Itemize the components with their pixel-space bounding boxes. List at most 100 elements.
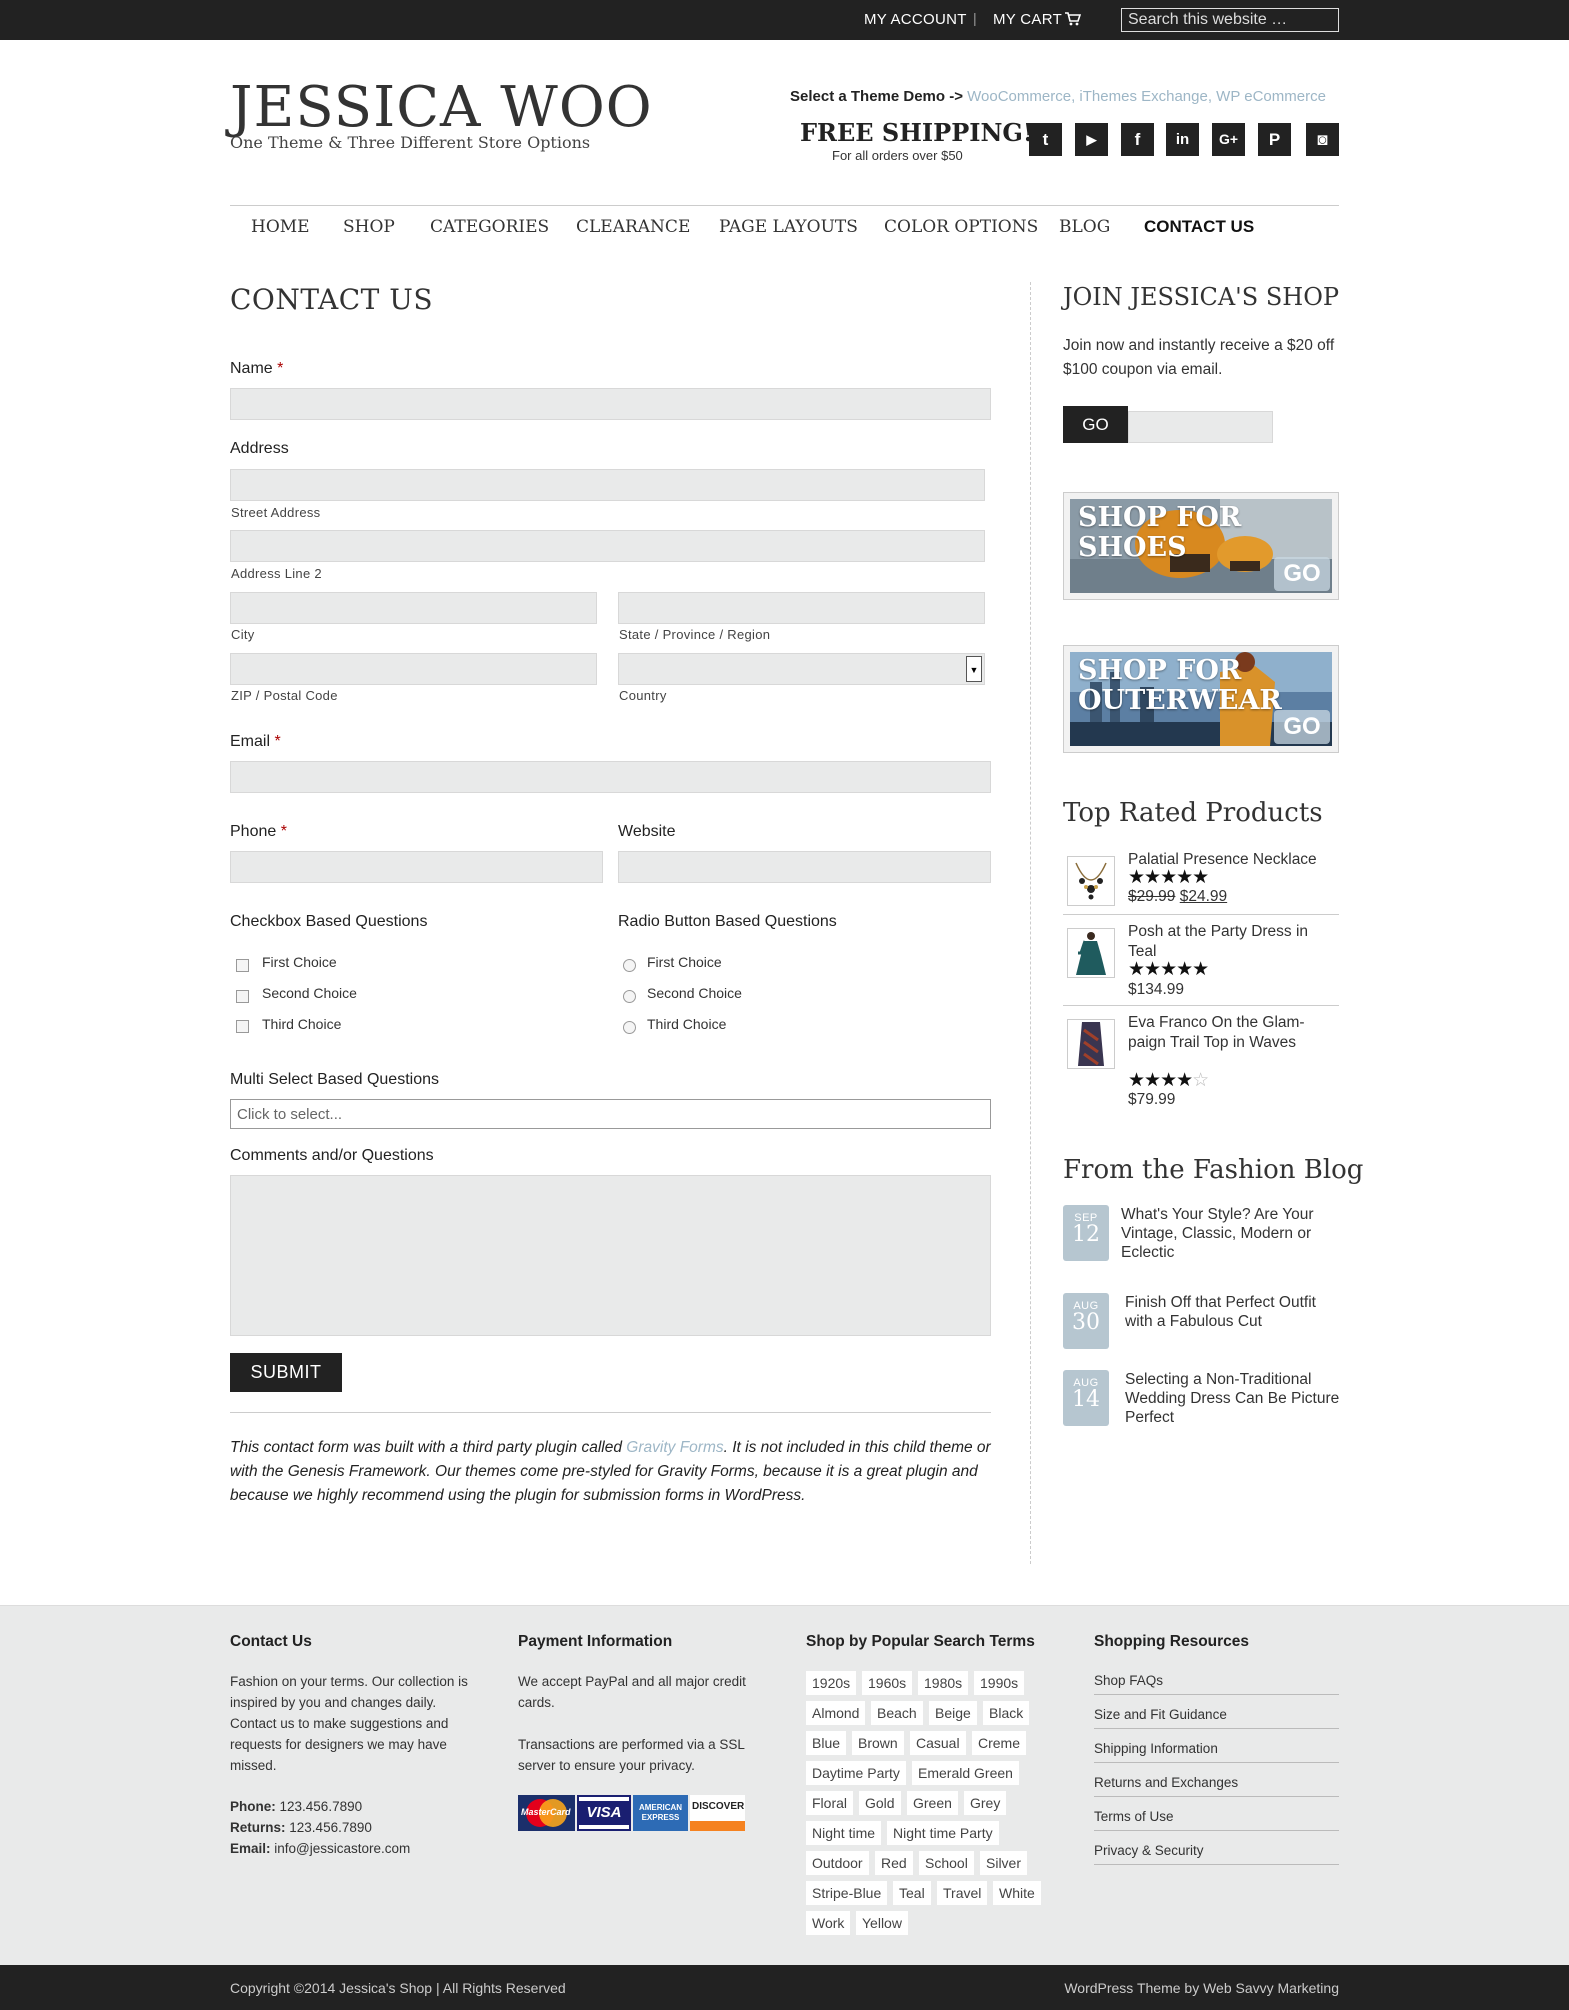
search-term-tag[interactable]: 1980s bbox=[918, 1671, 969, 1695]
search-term-tag[interactable]: Brown bbox=[852, 1731, 904, 1755]
search-term-tag[interactable]: Teal bbox=[893, 1881, 931, 1905]
search-term-tag[interactable]: Night time Party bbox=[887, 1821, 999, 1845]
search-input[interactable] bbox=[1121, 8, 1339, 32]
promo-shoes[interactable]: SHOP FOR SHOES GO bbox=[1063, 492, 1339, 600]
website-field[interactable] bbox=[618, 851, 991, 883]
product-name[interactable]: Eva Franco On the Glam-paign Trail Top i… bbox=[1128, 1013, 1339, 1053]
site-logo[interactable]: JESSICA WOO bbox=[230, 78, 653, 138]
search-term-tag[interactable]: Green bbox=[907, 1791, 958, 1815]
street-address-field[interactable] bbox=[230, 469, 985, 501]
search-term-tag[interactable]: Silver bbox=[980, 1851, 1028, 1875]
search-term-tag[interactable]: Night time bbox=[806, 1821, 882, 1845]
resource-link-size-guide[interactable]: Size and Fit Guidance bbox=[1094, 1707, 1339, 1729]
resource-link-shipping[interactable]: Shipping Information bbox=[1094, 1741, 1339, 1763]
address-line2-field[interactable] bbox=[230, 530, 985, 562]
search-term-tag[interactable]: Work bbox=[806, 1911, 851, 1935]
footer-returns: Returns: 123.456.7890 bbox=[230, 1820, 372, 1835]
my-cart-link[interactable]: MY CART bbox=[993, 11, 1062, 28]
newsletter-email-input[interactable] bbox=[1128, 411, 1273, 443]
radio-second-choice[interactable] bbox=[623, 990, 636, 1003]
facebook-icon[interactable]: f bbox=[1121, 123, 1154, 156]
comments-textarea[interactable] bbox=[230, 1175, 991, 1336]
post-title[interactable]: Selecting a Non-Traditional Wedding Dres… bbox=[1125, 1370, 1343, 1427]
search-term-tag[interactable]: Beige bbox=[929, 1701, 977, 1725]
product-thumbnail[interactable] bbox=[1067, 856, 1115, 906]
country-select[interactable]: ▼ bbox=[618, 653, 985, 685]
submit-button[interactable]: SUBMIT bbox=[230, 1353, 342, 1392]
cart-icon[interactable] bbox=[1065, 12, 1081, 26]
demo-link-ithemes[interactable]: iThemes Exchange bbox=[1079, 88, 1207, 105]
search-term-tag[interactable]: White bbox=[993, 1881, 1041, 1905]
search-term-tag[interactable]: Stripe-Blue bbox=[806, 1881, 888, 1905]
post-title[interactable]: What's Your Style? Are Your Vintage, Cla… bbox=[1121, 1205, 1339, 1262]
search-term-tag[interactable]: Floral bbox=[806, 1791, 854, 1815]
radio-first-choice[interactable] bbox=[623, 959, 636, 972]
google-plus-icon[interactable]: G+ bbox=[1212, 123, 1245, 156]
search-term-tag[interactable]: 1990s bbox=[974, 1671, 1025, 1695]
search-term-tag[interactable]: 1920s bbox=[806, 1671, 857, 1695]
search-term-tag[interactable]: Beach bbox=[871, 1701, 923, 1725]
resource-link-returns[interactable]: Returns and Exchanges bbox=[1094, 1775, 1339, 1797]
promo-outerwear-go[interactable]: GO bbox=[1274, 710, 1330, 744]
promo-outerwear[interactable]: SHOP FOR OUTERWEAR GO bbox=[1063, 645, 1339, 753]
youtube-icon[interactable]: ▶ bbox=[1075, 123, 1108, 156]
search-term-tag[interactable]: Blue bbox=[806, 1731, 847, 1755]
my-account-link[interactable]: MY ACCOUNT bbox=[864, 11, 967, 28]
footer-payment-text2: Transactions are performed via a SSL ser… bbox=[518, 1737, 745, 1773]
product-thumbnail[interactable] bbox=[1067, 928, 1115, 978]
instagram-icon[interactable]: ◙ bbox=[1306, 123, 1339, 156]
nav-contact-us[interactable]: CONTACT US bbox=[1144, 217, 1254, 237]
product-name[interactable]: Posh at the Party Dress in Teal bbox=[1128, 922, 1339, 962]
nav-home[interactable]: HOME bbox=[251, 217, 310, 237]
search-term-tag[interactable]: Emerald Green bbox=[912, 1761, 1019, 1785]
checkbox-third-choice[interactable] bbox=[236, 1020, 249, 1033]
search-term-tag[interactable]: Outdoor bbox=[806, 1851, 869, 1875]
resource-link-faqs[interactable]: Shop FAQs bbox=[1094, 1673, 1339, 1695]
nav-shop[interactable]: SHOP bbox=[343, 217, 395, 237]
search-term-tag[interactable]: Gold bbox=[859, 1791, 901, 1815]
search-term-tag[interactable]: Almond bbox=[806, 1701, 866, 1725]
phone-field[interactable] bbox=[230, 851, 603, 883]
name-field[interactable] bbox=[230, 388, 991, 420]
search-term-tag[interactable]: Travel bbox=[937, 1881, 988, 1905]
pinterest-icon[interactable]: P bbox=[1258, 123, 1291, 156]
radio-questions-label: Radio Button Based Questions bbox=[618, 913, 837, 930]
demo-link-wp-ecommerce[interactable]: WP eCommerce bbox=[1216, 88, 1326, 105]
search-term-tag[interactable]: Yellow bbox=[856, 1911, 908, 1935]
search-term-tag[interactable]: Daytime Party bbox=[806, 1761, 906, 1785]
resource-link-terms[interactable]: Terms of Use bbox=[1094, 1809, 1339, 1831]
promo-shoes-text: SHOP FOR SHOES bbox=[1078, 502, 1242, 563]
radio-third-choice[interactable] bbox=[623, 1021, 636, 1034]
search-term-tag[interactable]: Creme bbox=[972, 1731, 1027, 1755]
search-term-tag[interactable]: Red bbox=[875, 1851, 913, 1875]
resource-link-privacy[interactable]: Privacy & Security bbox=[1094, 1843, 1339, 1865]
nav-page-layouts[interactable]: PAGE LAYOUTS bbox=[719, 217, 858, 237]
search-term-tag[interactable]: School bbox=[919, 1851, 974, 1875]
gravity-forms-link[interactable]: Gravity Forms bbox=[626, 1439, 723, 1456]
state-field[interactable] bbox=[618, 592, 985, 624]
search-term-tag[interactable]: Grey bbox=[964, 1791, 1007, 1815]
amex-icon: AMERICAN EXPRESS bbox=[633, 1795, 688, 1831]
city-field[interactable] bbox=[230, 592, 597, 624]
search-term-tag[interactable]: Black bbox=[983, 1701, 1030, 1725]
post-title[interactable]: Finish Off that Perfect Outfit with a Fa… bbox=[1125, 1293, 1343, 1331]
chevron-down-icon[interactable]: ▼ bbox=[966, 656, 982, 682]
twitter-icon[interactable]: t bbox=[1029, 123, 1062, 156]
nav-color-options[interactable]: COLOR OPTIONS bbox=[884, 217, 1038, 237]
theme-credit-link[interactable]: WordPress Theme by Web Savvy Marketing bbox=[1064, 1980, 1339, 1996]
newsletter-go-button[interactable]: GO bbox=[1063, 406, 1128, 443]
checkbox-first-choice[interactable] bbox=[236, 959, 249, 972]
nav-clearance[interactable]: CLEARANCE bbox=[576, 217, 690, 237]
linkedin-icon[interactable]: in bbox=[1166, 123, 1199, 156]
email-field[interactable] bbox=[230, 761, 991, 793]
demo-link-woocommerce[interactable]: WooCommerce bbox=[967, 88, 1071, 105]
search-term-tag[interactable]: 1960s bbox=[862, 1671, 913, 1695]
zip-field[interactable] bbox=[230, 653, 597, 685]
nav-categories[interactable]: CATEGORIES bbox=[430, 217, 549, 237]
promo-shoes-go[interactable]: GO bbox=[1274, 557, 1330, 591]
product-thumbnail[interactable] bbox=[1067, 1019, 1115, 1069]
checkbox-second-choice[interactable] bbox=[236, 990, 249, 1003]
search-term-tag[interactable]: Casual bbox=[910, 1731, 966, 1755]
multi-select-input[interactable]: Click to select... bbox=[230, 1099, 991, 1129]
nav-blog[interactable]: BLOG bbox=[1059, 217, 1110, 237]
